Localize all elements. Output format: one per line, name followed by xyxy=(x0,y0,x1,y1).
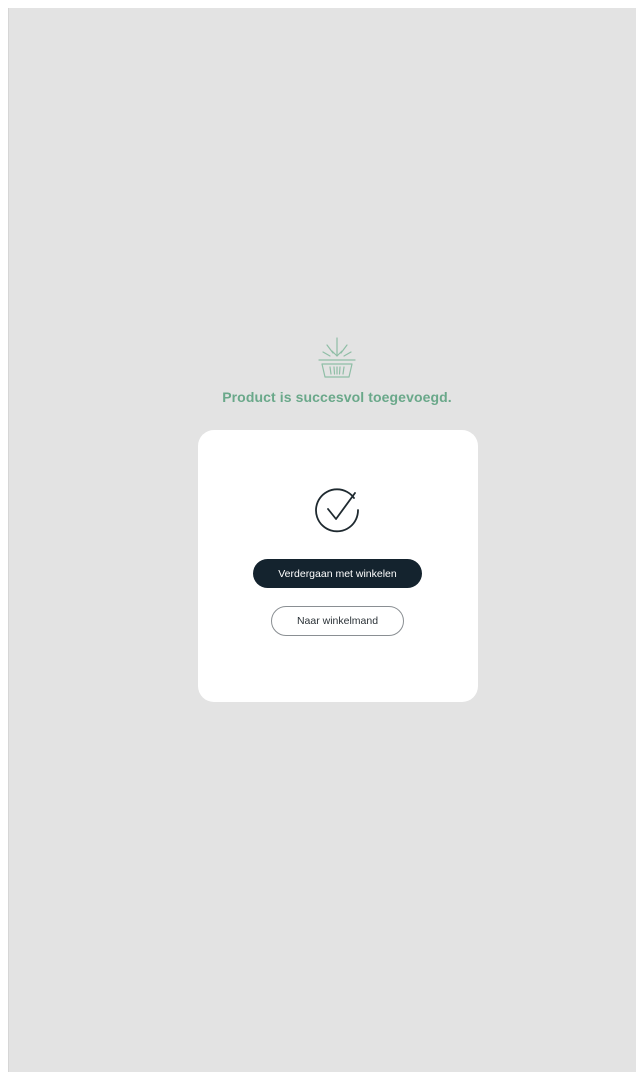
page-background: Product is succesvol toegevoegd. Verderg… xyxy=(8,8,636,1072)
go-to-cart-button[interactable]: Naar winkelmand xyxy=(271,606,404,636)
basket-arrow-icon xyxy=(317,336,357,380)
confirmation-card: Verdergaan met winkelen Naar winkelmand xyxy=(198,430,478,702)
success-message: Product is succesvol toegevoegd. xyxy=(222,389,452,405)
check-circle-icon xyxy=(313,485,363,535)
continue-shopping-button[interactable]: Verdergaan met winkelen xyxy=(253,559,422,588)
